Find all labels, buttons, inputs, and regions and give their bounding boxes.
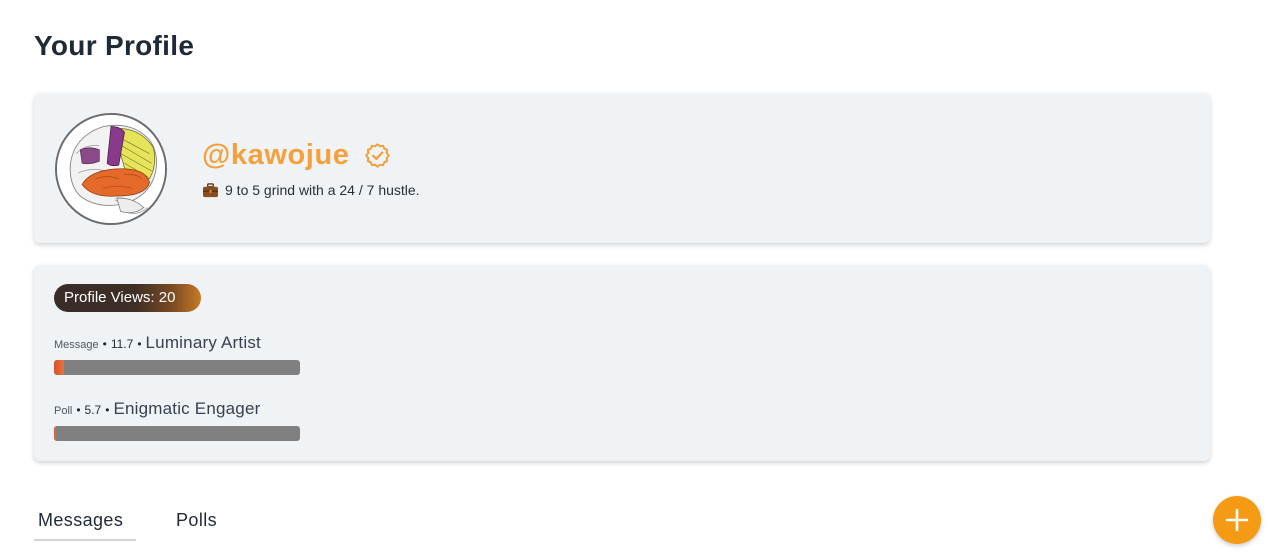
stat-score: 11.7 <box>110 337 134 351</box>
handle-row: @kawojue <box>202 139 391 172</box>
stat-rank: Enigmatic Engager <box>113 399 261 418</box>
progress-fill <box>54 360 64 375</box>
brain-illustration <box>57 115 165 223</box>
avatar[interactable] <box>55 113 167 225</box>
verified-badge-icon <box>364 143 390 168</box>
tab-messages[interactable]: Messages <box>34 508 136 541</box>
profile-bio: 9 to 5 grind with a 24 / 7 hustle. <box>225 182 420 198</box>
profile-card: @kawojue 9 to 5 grind with a 24 / 7 hust… <box>34 93 1210 243</box>
profile-views-badge: Profile Views: 20 <box>54 284 201 312</box>
content-tabs: Messages Polls <box>34 508 221 541</box>
separator-dot: • <box>137 337 142 351</box>
stat-type-label: Message <box>54 339 99 351</box>
stats-card: Profile Views: 20 Message • 11.7 • Lumin… <box>34 265 1210 461</box>
profile-page: Your Profile @kawojue 9 to 5 grind with … <box>0 0 1278 558</box>
create-button[interactable] <box>1213 496 1261 544</box>
briefcase-icon <box>203 182 218 197</box>
page-title: Your Profile <box>34 30 195 61</box>
username-handle[interactable]: @kawojue <box>202 139 350 172</box>
stat-type-label: Poll <box>54 405 73 417</box>
separator-dot: • <box>102 337 107 351</box>
stat-poll: Poll • 5.7 • Enigmatic Engager <box>54 399 300 441</box>
plus-icon <box>1225 508 1249 532</box>
separator-dot: • <box>76 403 81 417</box>
separator-dot: • <box>105 403 110 417</box>
stat-message: Message • 11.7 • Luminary Artist <box>54 333 300 375</box>
progress-fill <box>54 426 57 441</box>
bio-row: 9 to 5 grind with a 24 / 7 hustle. <box>202 182 420 198</box>
tab-polls[interactable]: Polls <box>172 508 221 541</box>
progress-bar <box>54 360 300 375</box>
progress-bar <box>54 426 300 441</box>
stat-score: 5.7 <box>84 403 102 417</box>
stat-rank: Luminary Artist <box>145 333 261 352</box>
